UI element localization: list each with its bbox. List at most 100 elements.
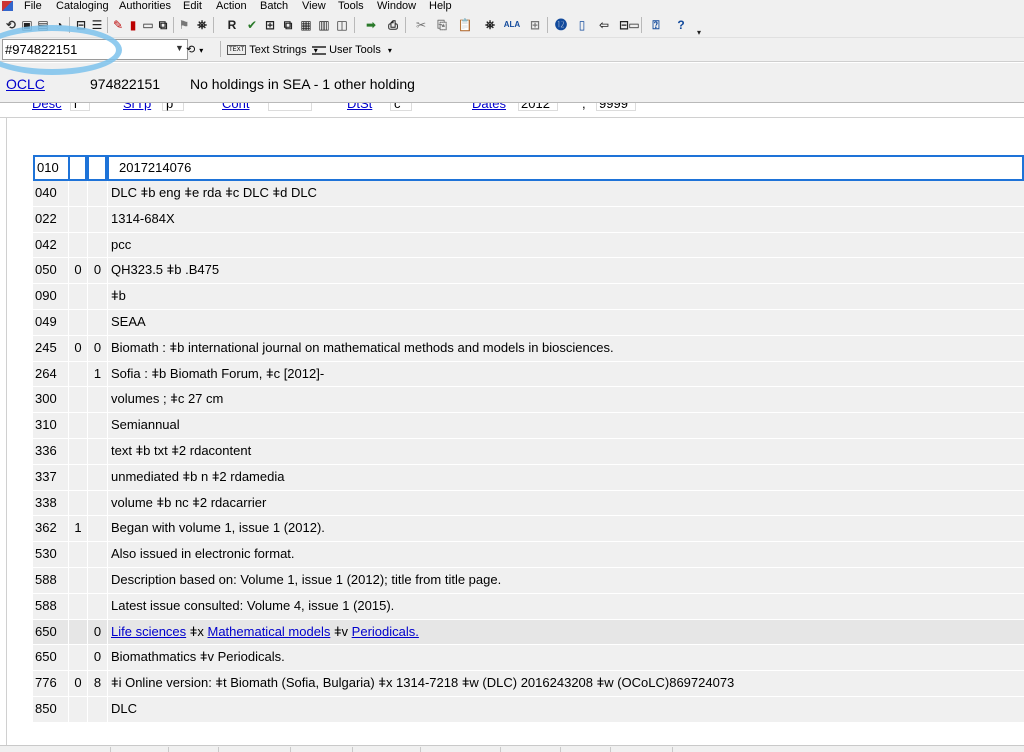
bottom-tab[interactable] (290, 747, 291, 752)
cont-link[interactable]: Cont (222, 103, 249, 111)
field-content[interactable]: volume ǂb nc ǂ2 rdacarrier (107, 490, 1024, 516)
field-tag[interactable]: 042 (33, 232, 68, 258)
marc-field-row[interactable]: 049 SEAA (33, 309, 1024, 336)
field-content[interactable]: Life sciences ǂx Mathematical models ǂv … (107, 619, 1024, 645)
marc-field-row[interactable]: 010 2017214076 (33, 155, 1024, 181)
r-icon[interactable]: R (225, 18, 239, 32)
indicator-1[interactable] (68, 155, 87, 181)
connect-icon[interactable]: ⟲ (4, 18, 18, 32)
indicator-2[interactable] (87, 413, 107, 438)
indicator-1[interactable]: 1 (68, 516, 87, 542)
help-icon[interactable]: ? (674, 18, 688, 32)
field-content[interactable]: DLC (107, 696, 1024, 722)
indicator-2[interactable] (87, 438, 107, 464)
field-tag[interactable]: 336 (33, 438, 68, 464)
marc-field-row[interactable]: 022 1314-684X (33, 206, 1024, 233)
field-content[interactable]: QH323.5 ǂb .B475 (107, 258, 1024, 284)
copy-field-icon[interactable]: ⧉ (281, 18, 295, 32)
field-tag[interactable]: 010 (33, 155, 68, 181)
bottom-tab[interactable] (672, 747, 673, 752)
marc-field-row[interactable]: 776 0 8 ǂi Online version: ǂt Biomath (Sofi… (33, 671, 1024, 697)
marc-field-row[interactable]: 050 0 0 QH323.5 ǂb .B475 (33, 258, 1024, 285)
text-strings-button[interactable]: TEXT Text Strings ▾ (227, 40, 318, 60)
indicator-2[interactable] (87, 206, 107, 232)
indicator-1[interactable] (68, 206, 87, 232)
marc-field-row[interactable]: 337 unmediated ǂb n ǂ2 rdamedia (33, 464, 1024, 491)
indicator-2[interactable] (87, 155, 107, 181)
indicator-1[interactable] (68, 284, 87, 309)
indicator-1[interactable] (68, 593, 87, 619)
field-tag[interactable]: 245 (33, 335, 68, 361)
bottom-tab[interactable] (560, 747, 561, 752)
field-content[interactable]: Description based on: Volume 1, issue 1 … (107, 567, 1024, 593)
id-icon[interactable]: ⓬ (554, 18, 568, 32)
copy-icon[interactable]: ⎘ (435, 18, 449, 32)
field-tag[interactable]: 588 (33, 567, 68, 593)
field-tag[interactable]: 362 (33, 516, 68, 542)
indicator-1[interactable] (68, 361, 87, 387)
back-arrow-icon[interactable]: ⇦ (597, 18, 611, 32)
indicator-1[interactable] (68, 232, 87, 258)
submit-record-icon[interactable]: ⧉ (156, 18, 170, 32)
indicator-1[interactable] (68, 619, 87, 645)
indicator-2[interactable]: 8 (87, 671, 107, 696)
indicator-1[interactable] (68, 542, 87, 567)
marc-field-row[interactable]: 310 Semiannual (33, 413, 1024, 439)
field-content[interactable]: Latest issue consulted: Volume 4, issue … (107, 593, 1024, 619)
field-content[interactable]: Biomathmatics ǂv Periodicals. (107, 645, 1024, 671)
indicator-1[interactable]: 0 (68, 671, 87, 696)
field-tag[interactable]: 776 (33, 671, 68, 696)
field-content[interactable]: SEAA (107, 309, 1024, 335)
cut-icon[interactable]: ✂ (414, 18, 428, 32)
form-subdivision-link[interactable]: Periodicals. (352, 624, 419, 639)
field-tag[interactable]: 850 (33, 696, 68, 722)
menu-edit[interactable]: Edit (183, 0, 202, 12)
field-content[interactable]: Also issued in electronic format. (107, 542, 1024, 567)
browse-icon[interactable]: ⊟ (74, 18, 88, 32)
indicator-2[interactable]: 0 (87, 335, 107, 361)
delete-record-icon[interactable]: ✎ (111, 18, 125, 32)
cont-field[interactable] (268, 103, 312, 111)
bottom-tab[interactable] (500, 747, 501, 752)
marc-field-row[interactable]: 650 0 Life sciences ǂx Mathematical models… (33, 619, 1024, 646)
history-icon[interactable]: ◔ (52, 18, 66, 32)
find-icon[interactable]: ⛯ (483, 18, 497, 32)
macro-icon[interactable]: ◫ (335, 18, 349, 32)
dtst-link[interactable]: DtSt (347, 103, 372, 111)
marc-field-row[interactable]: 530 Also issued in electronic format. (33, 542, 1024, 568)
field-content[interactable]: DLC ǂb eng ǂe rda ǂc DLC ǂd DLC (107, 181, 1024, 206)
field-tag[interactable]: 338 (33, 490, 68, 516)
indicator-1[interactable] (68, 645, 87, 671)
user-tools-button[interactable]: User Tools ▾ (312, 40, 392, 60)
paste-icon[interactable]: 📋 (458, 18, 473, 32)
field-content[interactable]: volumes ; ǂc 27 cm (107, 387, 1024, 413)
bottom-tab[interactable] (110, 747, 111, 752)
field-content[interactable]: Biomath : ǂb international journal on ma… (107, 335, 1024, 361)
field-tag[interactable]: 050 (33, 258, 68, 284)
menu-action[interactable]: Action (216, 0, 247, 12)
workform-icon[interactable]: ▥ (317, 18, 331, 32)
marc-field-row[interactable]: 850 DLC (33, 696, 1024, 723)
field-tag[interactable]: 090 (33, 284, 68, 309)
indicator-2[interactable] (87, 284, 107, 309)
command-line-input[interactable] (2, 39, 188, 60)
dates-link[interactable]: Dates (472, 103, 506, 111)
field-tag[interactable]: 022 (33, 206, 68, 232)
indicator-1[interactable] (68, 696, 87, 722)
marc-field-row[interactable]: 300 volumes ; ǂc 27 cm (33, 387, 1024, 414)
send-icon[interactable]: ➡ (364, 18, 378, 32)
constant-data-icon[interactable]: ▦ (299, 18, 313, 32)
book-icon[interactable]: ▯ (575, 18, 589, 32)
field-content[interactable]: Semiannual (107, 413, 1024, 438)
indicator-1[interactable]: 0 (68, 335, 87, 361)
save-record-icon[interactable]: ▭ (141, 18, 155, 32)
indicator-2[interactable]: 0 (87, 645, 107, 671)
indicator-2[interactable]: 0 (87, 258, 107, 284)
menu-tools[interactable]: Tools (338, 0, 364, 12)
indicator-2[interactable] (87, 696, 107, 722)
marc-field-row[interactable]: 090 ǂb (33, 284, 1024, 310)
character-icon[interactable]: ⊞ (528, 18, 542, 32)
bottom-tab[interactable] (610, 747, 611, 752)
bottom-tab[interactable] (168, 747, 169, 752)
network-icon[interactable]: ⚑ (177, 18, 191, 32)
